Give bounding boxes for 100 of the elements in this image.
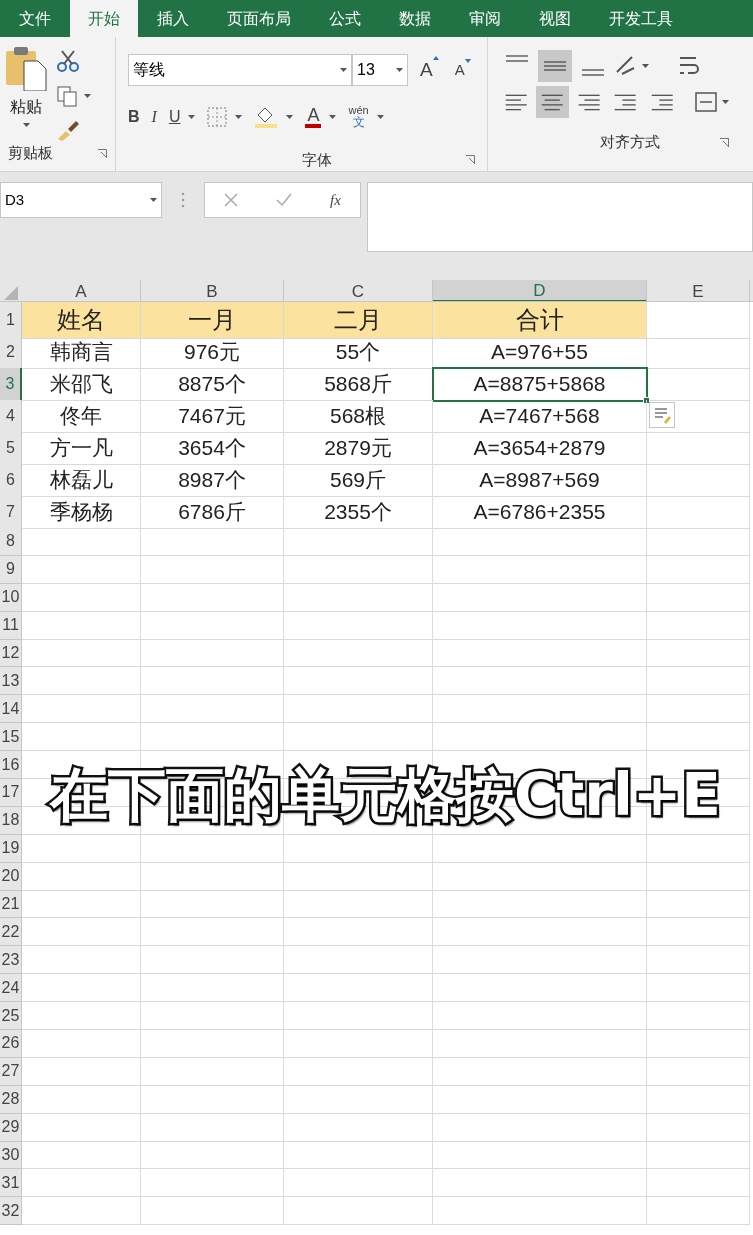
copy-button[interactable] <box>56 85 91 107</box>
row-header[interactable]: 10 <box>0 583 22 612</box>
cancel-icon[interactable] <box>224 193 238 207</box>
name-box[interactable]: D3 <box>0 182 162 218</box>
row-header[interactable]: 19 <box>0 834 22 863</box>
merge-cells-icon[interactable] <box>694 90 719 114</box>
italic-button[interactable]: I <box>151 104 157 129</box>
row-header[interactable]: 9 <box>0 555 22 584</box>
row-header[interactable]: 23 <box>0 946 22 975</box>
row-header[interactable]: 21 <box>0 890 22 919</box>
row-header[interactable]: 14 <box>0 695 22 724</box>
row-header[interactable]: 22 <box>0 918 22 947</box>
row-header[interactable]: 20 <box>0 862 22 891</box>
ribbon-tab[interactable]: 开发工具 <box>590 0 692 37</box>
table-cell[interactable]: 林磊儿 <box>22 464 141 497</box>
table-cell[interactable]: 韩商言 <box>22 336 141 369</box>
row-header[interactable]: 11 <box>0 611 22 640</box>
table-cell[interactable]: 2879元 <box>284 432 433 465</box>
row-header[interactable]: 28 <box>0 1085 22 1114</box>
table-cell[interactable]: 8875个 <box>141 368 284 401</box>
fill-handle[interactable] <box>643 396 650 404</box>
bold-button[interactable]: B <box>128 104 140 129</box>
row-header[interactable]: 29 <box>0 1113 22 1142</box>
font-size-field[interactable]: 13 <box>352 54 408 86</box>
dialog-launcher-icon[interactable] <box>720 137 729 147</box>
empty-cells-area[interactable] <box>22 528 750 1226</box>
table-cell[interactable]: A=6786+2355 <box>433 496 647 529</box>
phonetic-button[interactable]: wén 文 <box>348 105 369 129</box>
header-cell[interactable]: 一月 <box>141 302 284 339</box>
ribbon-tab[interactable]: 开始 <box>70 0 138 37</box>
table-cell[interactable]: 568根 <box>284 400 433 433</box>
row-header[interactable]: 5 <box>0 432 22 465</box>
header-cell[interactable]: 二月 <box>284 302 433 339</box>
row-header[interactable]: 12 <box>0 639 22 668</box>
table-cell[interactable]: 7467元 <box>141 400 284 433</box>
table-cell[interactable]: 佟年 <box>22 400 141 433</box>
column-header[interactable]: D <box>433 280 647 301</box>
font-name-field[interactable]: 等线 <box>128 54 352 86</box>
header-cell[interactable]: 姓名 <box>22 302 141 339</box>
row-header[interactable]: 4 <box>0 400 22 433</box>
header-cell[interactable]: 合计 <box>433 302 647 339</box>
row-header[interactable]: 3 <box>0 368 22 401</box>
row-header[interactable]: 16 <box>0 751 22 779</box>
table-cell[interactable]: 5868斤 <box>284 368 433 401</box>
table-cell[interactable]: A=3654+2879 <box>433 432 647 465</box>
row-header[interactable]: 8 <box>0 528 22 556</box>
table-cell[interactable]: 3654个 <box>141 432 284 465</box>
grow-font-button[interactable]: A <box>416 55 443 85</box>
table-cell[interactable]: A=8987+569 <box>433 464 647 497</box>
flash-fill-options-icon[interactable] <box>649 402 675 428</box>
align-center-icon[interactable] <box>536 86 569 118</box>
table-cell[interactable] <box>647 496 750 529</box>
insert-function-button[interactable]: fx <box>330 188 341 212</box>
table-cell[interactable] <box>647 464 750 497</box>
font-color-button[interactable]: A <box>305 105 322 128</box>
brush-icon[interactable] <box>56 119 80 141</box>
checkmark-icon[interactable] <box>276 193 293 207</box>
row-header[interactable]: 26 <box>0 1030 22 1058</box>
ribbon-tab[interactable]: 视图 <box>520 0 590 37</box>
row-header[interactable]: 24 <box>0 974 22 1003</box>
row-header[interactable]: 32 <box>0 1197 22 1226</box>
row-header[interactable]: 27 <box>0 1057 22 1086</box>
table-cell[interactable] <box>647 336 750 369</box>
row-header[interactable]: 25 <box>0 1002 22 1031</box>
table-cell[interactable]: A=8875+5868 <box>433 368 647 401</box>
ribbon-tab[interactable]: 公式 <box>310 0 380 37</box>
table-cell[interactable]: 8987个 <box>141 464 284 497</box>
table-cell[interactable] <box>647 432 750 465</box>
ribbon-tab[interactable]: 文件 <box>0 0 70 37</box>
row-header[interactable]: 17 <box>0 779 22 807</box>
dialog-launcher-icon[interactable] <box>466 155 475 165</box>
row-header[interactable]: 13 <box>0 667 22 696</box>
table-cell[interactable]: 976元 <box>141 336 284 369</box>
row-header[interactable]: 15 <box>0 723 22 752</box>
ribbon-tab[interactable]: 页面布局 <box>208 0 310 37</box>
shrink-font-button[interactable]: A <box>450 58 475 82</box>
ribbon-tab[interactable]: 数据 <box>380 0 450 37</box>
ribbon-tab[interactable]: 插入 <box>138 0 208 37</box>
column-header[interactable]: E <box>647 280 750 301</box>
row-header[interactable]: 6 <box>0 464 22 497</box>
table-cell[interactable]: 6786斤 <box>141 496 284 529</box>
paste-button[interactable]: 粘贴 <box>4 45 48 142</box>
row-header[interactable]: 31 <box>0 1169 22 1198</box>
row-header[interactable]: 30 <box>0 1141 22 1170</box>
table-cell[interactable]: 米邵飞 <box>22 368 141 401</box>
row-header[interactable]: 2 <box>0 336 22 369</box>
table-cell[interactable]: 方一凡 <box>22 432 141 465</box>
table-cell[interactable]: A=976+55 <box>433 336 647 369</box>
table-cell[interactable] <box>647 302 750 339</box>
table-cell[interactable] <box>647 400 750 433</box>
underline-button[interactable]: U <box>168 104 181 129</box>
table-cell[interactable]: 569斤 <box>284 464 433 497</box>
table-cell[interactable]: 2355个 <box>284 496 433 529</box>
table-cell[interactable]: A=7467+568 <box>433 400 647 433</box>
scissors-icon[interactable] <box>56 49 80 73</box>
table-cell[interactable]: 55个 <box>284 336 433 369</box>
row-header[interactable]: 18 <box>0 806 22 835</box>
ribbon-tab[interactable]: 审阅 <box>450 0 520 37</box>
row-header[interactable]: 7 <box>0 496 22 529</box>
dialog-launcher-icon[interactable] <box>98 148 107 158</box>
